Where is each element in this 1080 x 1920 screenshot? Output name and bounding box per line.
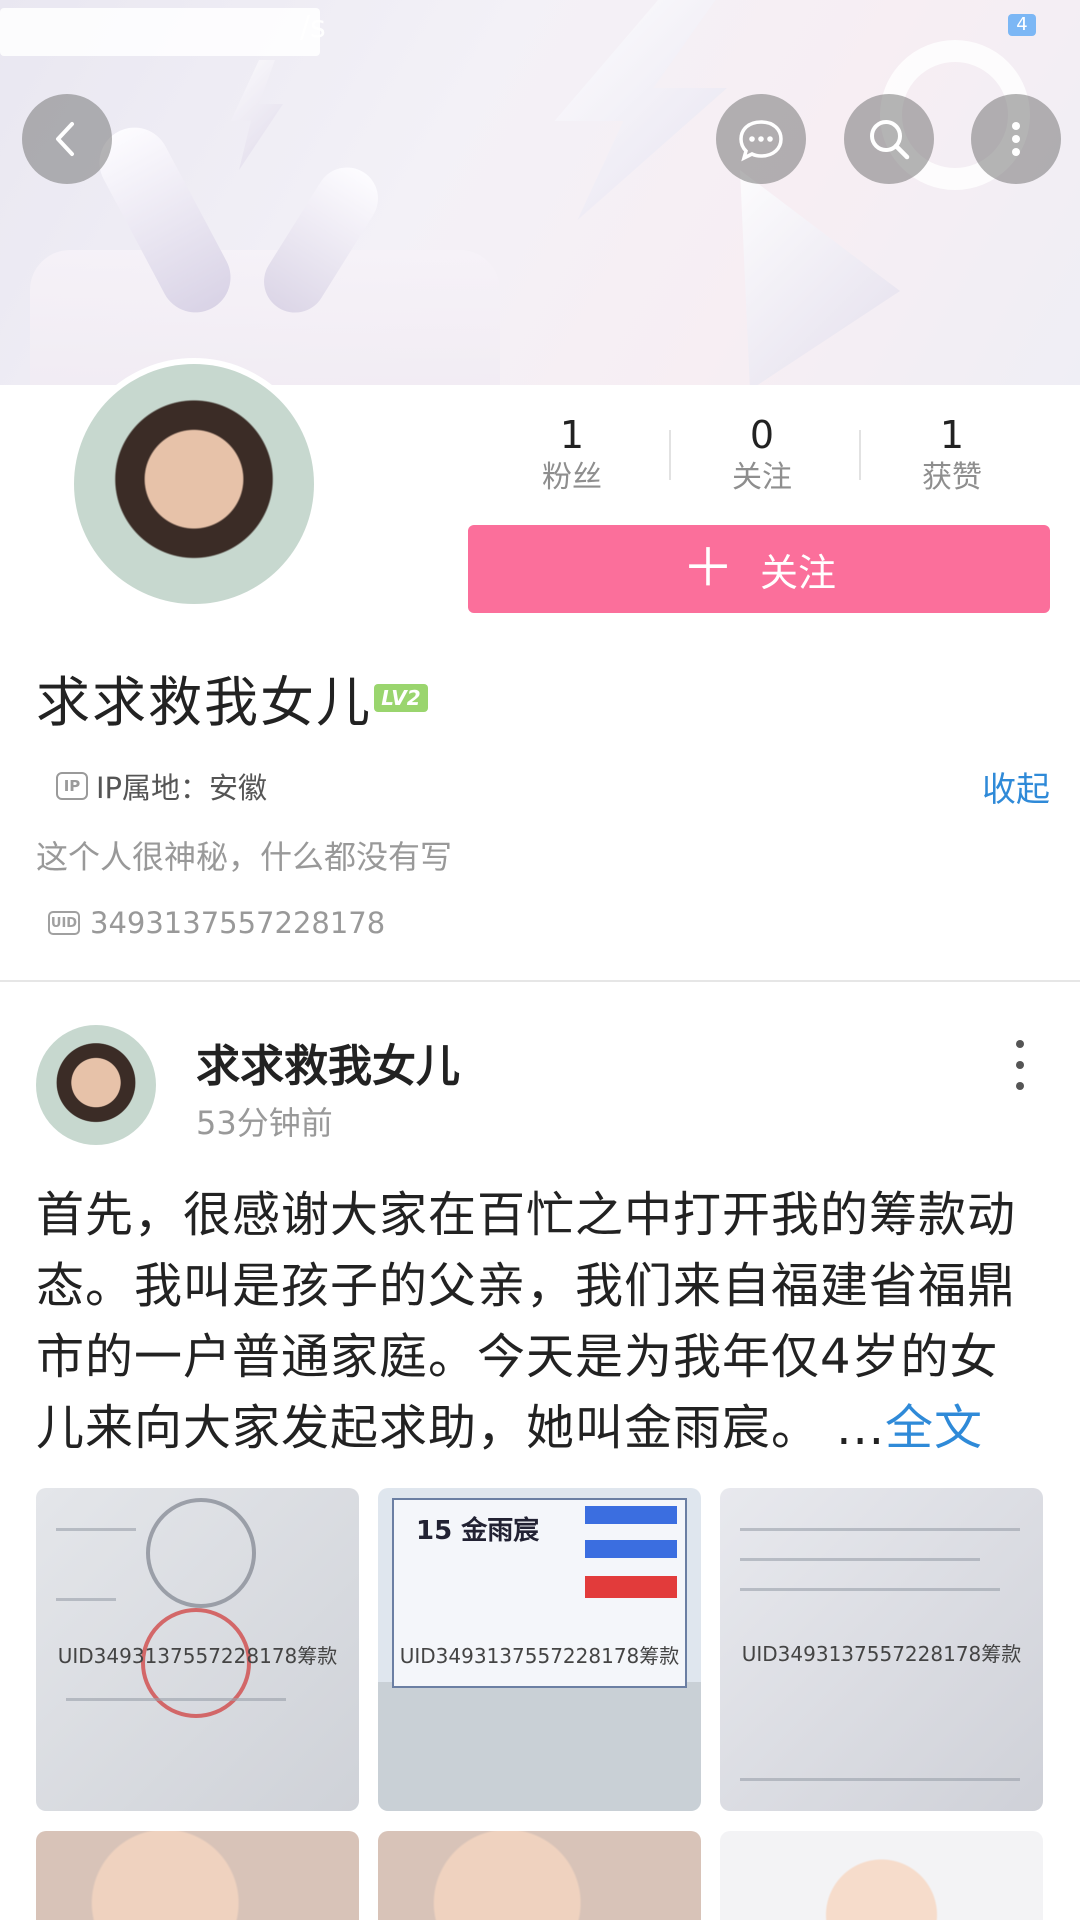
stat-followers[interactable]: 1 粉丝 xyxy=(492,412,652,498)
document-line xyxy=(740,1528,1020,1531)
uid-icon: UID xyxy=(48,911,80,935)
stat-following[interactable]: 0 关注 xyxy=(682,412,842,498)
tag-mark xyxy=(585,1576,677,1598)
image-watermark: UID3493137557228178筹款 xyxy=(399,1644,680,1668)
search-button[interactable] xyxy=(844,94,934,184)
ip-icon: IP xyxy=(56,772,88,800)
plus-icon: ＋ xyxy=(681,539,734,599)
document-line xyxy=(740,1558,980,1561)
stat-label: 获赞 xyxy=(922,460,982,495)
post-author-name[interactable]: 求求救我女儿 xyxy=(196,1030,460,1094)
post-image[interactable]: UID3493137557228178筹款 xyxy=(720,1488,1043,1811)
image-watermark: UID3493137557228178筹款 xyxy=(741,1642,1022,1666)
collapse-link[interactable]: 收起 xyxy=(982,762,1050,811)
back-icon xyxy=(56,122,74,156)
stat-divider xyxy=(669,430,671,480)
follow-button-label: 关注 xyxy=(760,550,837,595)
stat-value: 0 xyxy=(749,413,775,457)
more-button[interactable] xyxy=(971,94,1061,184)
post-image[interactable] xyxy=(36,1831,359,1920)
post-text: 首先，很感谢大家在百忙之中打开我的筹款动态。我叫是孩子的父亲，我们来自福建省福鼎… xyxy=(36,1187,1017,1456)
post-image[interactable] xyxy=(720,1831,1043,1920)
post-image[interactable]: UID3493137557228178筹款 xyxy=(36,1488,359,1811)
banner-decoration xyxy=(231,60,283,170)
post-body[interactable]: 首先，很感谢大家在百忙之中打开我的筹款动态。我叫是孩子的父亲，我们来自福建省福鼎… xyxy=(36,1180,1046,1464)
stamp-mark xyxy=(146,1498,256,1608)
stat-label: 粉丝 xyxy=(542,460,602,495)
more-icon xyxy=(1012,122,1020,156)
status-bar: /s 4 xyxy=(0,0,1080,60)
stat-divider xyxy=(859,430,861,480)
stat-value: 1 xyxy=(559,413,585,457)
profile-avatar[interactable] xyxy=(68,358,320,610)
uid-text: 3493137557228178 xyxy=(90,906,386,940)
post-image[interactable] xyxy=(378,1831,701,1920)
image-watermark: UID3493137557228178筹款 xyxy=(57,1644,338,1668)
avatar-image-detail xyxy=(102,1061,150,1107)
back-button[interactable] xyxy=(22,94,112,184)
profile-stats: 1 粉丝 0 关注 1 获赞 xyxy=(468,412,1046,502)
post-timestamp: 53分钟前 xyxy=(196,1104,333,1142)
avatar-image xyxy=(74,364,314,604)
level-badge: LV2 xyxy=(374,684,428,712)
ip-location-row: IP IP属地：安徽 xyxy=(56,765,267,807)
tag-mark xyxy=(585,1540,677,1558)
post-more-icon[interactable] xyxy=(1005,1040,1035,1090)
network-speed: /s xyxy=(300,10,326,45)
follow-button[interactable]: ＋ 关注 xyxy=(468,525,1050,613)
ip-location-text: IP属地：安徽 xyxy=(96,771,268,805)
patient-name: 15 金雨宸 xyxy=(416,1516,540,1546)
chat-icon xyxy=(739,120,783,162)
banner-decoration xyxy=(740,170,900,385)
full-text-link[interactable]: 全文 xyxy=(885,1400,983,1456)
profile-nickname: 求求救我女儿 xyxy=(36,671,372,734)
profile-bio: 这个人很神秘，什么都没有写 xyxy=(36,838,453,876)
post-image[interactable]: 15 金雨宸 UID3493137557228178筹款 xyxy=(378,1488,701,1811)
document-line xyxy=(56,1528,136,1531)
battery-icon: 4 xyxy=(1008,14,1036,36)
avatar-image-detail xyxy=(206,436,302,527)
stat-value: 1 xyxy=(939,413,965,457)
tag-mark xyxy=(585,1506,677,1524)
section-divider xyxy=(0,980,1080,982)
search-icon xyxy=(870,120,910,160)
stat-label: 关注 xyxy=(732,460,792,495)
document-line xyxy=(740,1588,1000,1591)
document-line xyxy=(740,1778,1020,1781)
uid-row: UID 3493137557228178 xyxy=(48,906,385,940)
post-author-avatar[interactable] xyxy=(36,1025,156,1145)
message-button[interactable] xyxy=(716,94,806,184)
profile-banner: /s 4 xyxy=(0,0,1080,385)
document-line xyxy=(66,1698,286,1701)
status-bar-redacted xyxy=(0,8,320,56)
document-line xyxy=(56,1598,116,1601)
stat-likes[interactable]: 1 获赞 xyxy=(872,412,1032,498)
